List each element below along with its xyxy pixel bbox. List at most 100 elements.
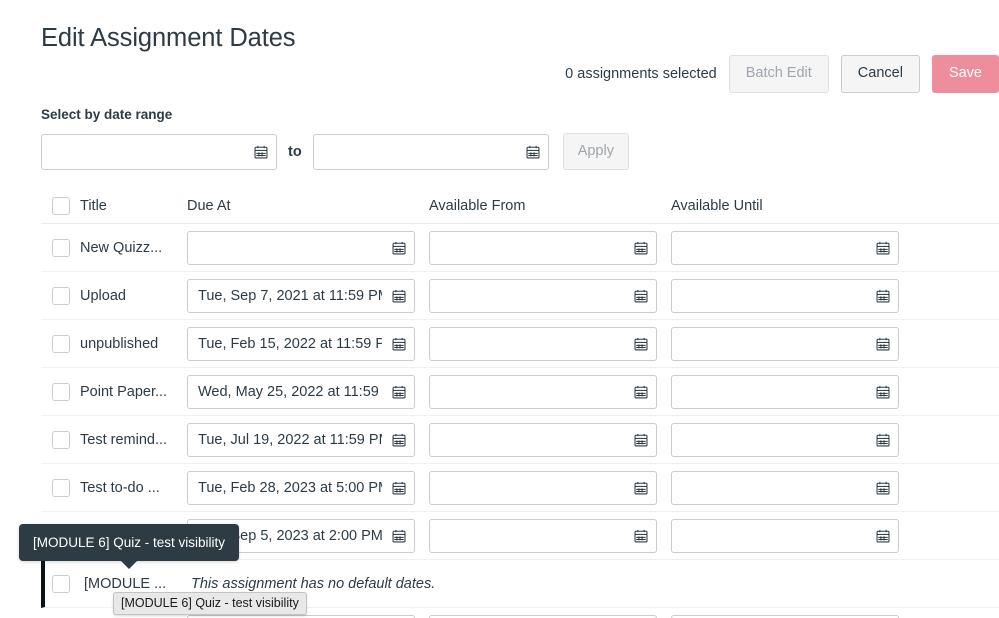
available-from-input[interactable]: [429, 230, 657, 265]
row-checkbox[interactable]: [52, 430, 70, 449]
available-from-cell: [429, 326, 671, 361]
range-start-field: [41, 133, 277, 170]
available-from-input-field: [429, 278, 657, 313]
available-from-cell: [429, 470, 671, 505]
row-select-cell: [41, 334, 80, 353]
due-at-input[interactable]: [187, 230, 415, 265]
table-row[interactable]: New Quizz...: [41, 224, 999, 272]
available-from-input[interactable]: [429, 278, 657, 313]
available-from-cell: [429, 422, 671, 457]
column-header-due-at: Due At: [187, 197, 231, 214]
available-from-input[interactable]: [429, 422, 657, 457]
due-at-input[interactable]: [187, 374, 415, 409]
table-row[interactable]: Test remind...: [41, 416, 999, 464]
available-until-cell: [671, 230, 913, 265]
available-from-cell: [429, 230, 671, 265]
row-select-cell: [41, 430, 80, 449]
no-default-dates-text: This assignment has no default dates.: [191, 575, 436, 592]
row-title[interactable]: Upload: [80, 288, 187, 304]
table-row[interactable]: Upload: [41, 272, 999, 320]
row-checkbox[interactable]: [52, 574, 70, 593]
available-until-cell: [671, 422, 913, 457]
available-until-cell: [671, 374, 913, 409]
available-from-input[interactable]: [429, 518, 657, 553]
available-until-input[interactable]: [671, 614, 899, 618]
available-from-cell: [429, 614, 671, 618]
available-from-input[interactable]: [429, 614, 657, 618]
available-until-input[interactable]: [671, 374, 899, 409]
table-row[interactable]: Test to-do ...: [41, 464, 999, 512]
due-at-input[interactable]: [187, 614, 415, 618]
available-until-input-field: [671, 470, 899, 505]
available-until-input[interactable]: [671, 278, 899, 313]
due-at-input-field: [187, 470, 415, 505]
range-to-label: to: [288, 143, 302, 160]
available-until-input-field: [671, 230, 899, 265]
row-title[interactable]: Test to-do ...: [80, 480, 187, 496]
row-checkbox[interactable]: [52, 478, 70, 497]
row-checkbox[interactable]: [52, 238, 70, 257]
select-all-checkbox[interactable]: [52, 196, 70, 215]
available-from-cell: [429, 518, 671, 553]
due-at-cell: [187, 230, 429, 265]
table-header-row: Title Due At Available From Available Un…: [41, 188, 999, 224]
table-row[interactable]: Point Paper...: [41, 368, 999, 416]
row-title[interactable]: unpublished: [80, 336, 187, 352]
save-button[interactable]: Save: [931, 55, 999, 93]
available-until-input-field: [671, 614, 899, 618]
available-from-input[interactable]: [429, 470, 657, 505]
column-header-available-from: Available From: [429, 197, 526, 214]
due-at-cell: [187, 422, 429, 457]
available-until-input[interactable]: [671, 518, 899, 553]
available-from-input-field: [429, 374, 657, 409]
date-range-label: Select by date range: [41, 107, 173, 122]
row-title[interactable]: Test remind...: [80, 432, 187, 448]
available-until-input[interactable]: [671, 470, 899, 505]
row-title[interactable]: [MODULE ...: [84, 576, 191, 592]
row-select-cell: [41, 286, 80, 305]
due-at-input[interactable]: [187, 422, 415, 457]
row-checkbox[interactable]: [52, 334, 70, 353]
available-from-input-field: [429, 230, 657, 265]
available-until-input-field: [671, 326, 899, 361]
available-from-input-field: [429, 326, 657, 361]
row-checkbox[interactable]: [52, 286, 70, 305]
row-title[interactable]: New Quizz...: [80, 240, 187, 256]
available-from-cell: [429, 278, 671, 313]
due-at-input[interactable]: [187, 470, 415, 505]
available-until-cell: [671, 470, 913, 505]
available-until-input[interactable]: [671, 422, 899, 457]
available-until-input-field: [671, 422, 899, 457]
available-from-input-field: [429, 518, 657, 553]
available-until-cell: [671, 326, 913, 361]
row-checkbox[interactable]: [52, 382, 70, 401]
due-at-input-field: [187, 326, 415, 361]
range-start-input[interactable]: [41, 133, 277, 170]
row-select-cell: [41, 478, 80, 497]
date-range-row: to Apply: [41, 133, 629, 170]
row-title[interactable]: Point Paper...: [80, 384, 187, 400]
available-from-input[interactable]: [429, 326, 657, 361]
available-until-input[interactable]: [671, 326, 899, 361]
due-at-input-field: [187, 278, 415, 313]
available-until-input-field: [671, 278, 899, 313]
available-from-input[interactable]: [429, 374, 657, 409]
table-row[interactable]: unpublished: [41, 320, 999, 368]
available-from-input-field: [429, 470, 657, 505]
available-until-input[interactable]: [671, 230, 899, 265]
range-end-input[interactable]: [312, 133, 549, 170]
available-until-cell: [671, 518, 913, 553]
apply-button[interactable]: Apply: [562, 133, 629, 170]
available-until-input-field: [671, 518, 899, 553]
available-from-cell: [429, 374, 671, 409]
range-end-field: [312, 133, 549, 170]
available-until-cell: [671, 614, 913, 618]
page-title: Edit Assignment Dates: [41, 24, 296, 52]
cancel-button[interactable]: Cancel: [840, 55, 920, 93]
batch-edit-button[interactable]: Batch Edit: [728, 55, 829, 93]
browser-title-tooltip: [MODULE 6] Quiz - test visibility: [113, 592, 307, 615]
selected-count-label: 0 assignments selected: [565, 65, 717, 82]
due-at-input[interactable]: [187, 326, 415, 361]
column-header-title: Title: [80, 197, 107, 214]
due-at-input[interactable]: [187, 278, 415, 313]
